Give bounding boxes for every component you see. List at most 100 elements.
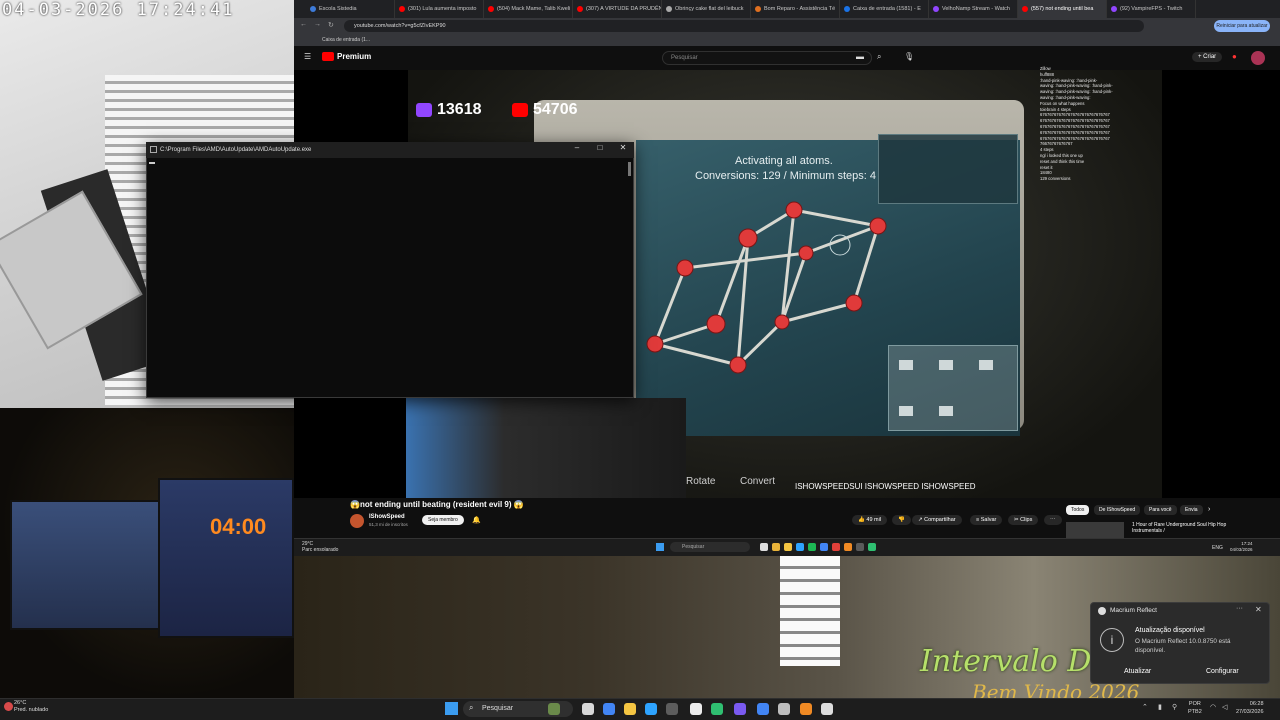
recommended-title[interactable]: 1 Hour of Rare Underground Soul Hip Hop … — [1132, 522, 1227, 534]
share-button[interactable]: ↗ Compartilhar — [912, 515, 962, 525]
chrome-icon[interactable] — [603, 703, 615, 715]
update-button[interactable]: Atualizar — [1124, 668, 1151, 675]
console-title-bar[interactable]: C:\Program Files\AMD\AutoUpdate\AMDAutoU… — [146, 142, 634, 158]
create-label: Criar — [1203, 54, 1217, 60]
logo-label: Premium — [337, 52, 372, 61]
avatar[interactable] — [1251, 51, 1265, 65]
bookmark-item[interactable]: Caixa de entrada (1... — [294, 34, 1280, 46]
close-icon[interactable]: ✕ — [1255, 605, 1262, 614]
channel-avatar[interactable] — [350, 514, 364, 528]
tab-favicon-icon — [399, 6, 405, 12]
filter-chip[interactable]: Envia — [1180, 505, 1203, 515]
wifi-icon[interactable]: ◠ — [1210, 703, 1216, 711]
like-count: 49 mil — [866, 517, 882, 523]
game-button-panel — [888, 345, 1018, 431]
browser-tab[interactable]: (557) not ending until bea — [1018, 0, 1107, 18]
chevron-right-icon[interactable]: › — [1208, 506, 1210, 513]
maximize-button[interactable]: □ — [589, 143, 611, 152]
back-icon[interactable]: ← — [300, 21, 307, 28]
overlay-caption: Intervalo De — [920, 644, 1110, 679]
convert-prompt: Convert — [740, 476, 776, 487]
filter-chip[interactable]: Todos — [1066, 505, 1090, 515]
tray-app-icon[interactable]: ▮ — [1158, 703, 1162, 711]
discord-icon[interactable] — [734, 703, 746, 715]
reload-icon[interactable]: ↻ — [328, 21, 334, 29]
game-conversions-line: Conversions: 129 / Minimum steps: 4 — [695, 170, 876, 182]
browser-tab[interactable]: (301) Lula aumenta imposto — [395, 0, 484, 18]
clock-time: 06:28 — [1249, 701, 1264, 707]
streamer-webcam — [406, 398, 686, 498]
minimize-button[interactable]: – — [566, 143, 588, 152]
close-button[interactable]: ✕ — [612, 143, 634, 152]
configure-button[interactable]: Configurar — [1206, 668, 1239, 675]
desk-monitor-right: 04:00 — [158, 478, 294, 638]
more-options-icon[interactable]: ··· — [1236, 605, 1243, 612]
app-green-icon[interactable] — [711, 703, 723, 715]
browser-tab[interactable]: Bom Reparo - Assistência Té — [751, 0, 840, 18]
crosshair-icon — [829, 234, 851, 256]
keyboard-icon[interactable]: ▬ — [856, 52, 864, 61]
save-button[interactable]: ≡ Salvar — [970, 515, 1003, 525]
chat-message: 129 conversions — [1040, 176, 1071, 182]
notifications-icon[interactable]: ● — [1232, 52, 1237, 61]
video-title: 😱not ending until beating (resident evil… — [350, 500, 524, 509]
console-scrollbar[interactable] — [628, 162, 631, 176]
twitch-count: 13618 — [437, 101, 482, 118]
browser-tab[interactable]: (92) VampireFPS - Twitch — [1107, 0, 1196, 18]
captured-date: 04/03/2026 — [1230, 547, 1253, 552]
usb-icon[interactable]: ⚲ — [1172, 703, 1177, 711]
dislike-button[interactable]: 👎 — [892, 515, 911, 525]
language-indicator[interactable]: POR PTB2 — [1188, 700, 1202, 716]
search-icon[interactable]: ⌕ — [877, 52, 881, 62]
task-view-icon[interactable] — [582, 703, 594, 715]
menu-icon[interactable]: ☰ — [304, 52, 311, 61]
browser-tab[interactable]: (307) A VIRTUDE DA PRUDÊNCIA — [573, 0, 662, 18]
console-title: C:\Program Files\AMD\AutoUpdate\AMDAutoU… — [160, 147, 312, 153]
restart-update-button[interactable]: Reiniciar para atualizar — [1214, 20, 1270, 32]
bell-icon[interactable]: 🔔 — [472, 516, 481, 524]
chevron-up-icon[interactable]: ⌃ — [1142, 703, 1148, 711]
terminal-icon[interactable] — [821, 703, 833, 715]
more-actions-button[interactable]: ⋯ — [1044, 515, 1062, 525]
captured-lang: ENG — [1212, 545, 1223, 551]
channel-name[interactable]: IShowSpeed — [369, 514, 405, 520]
browser-tab[interactable]: (504) Mack Mame, Talib Kweli — [484, 0, 573, 18]
tab-favicon-icon — [1022, 6, 1028, 12]
join-button[interactable]: Seja membro — [422, 515, 464, 525]
like-button[interactable]: 👍 49 mil — [852, 515, 888, 525]
chrome-alt-icon[interactable] — [757, 703, 769, 715]
volume-icon[interactable]: ◁ — [1222, 703, 1227, 711]
store-icon[interactable] — [666, 703, 678, 715]
youtube-viewer-counter: 54706 — [512, 101, 578, 119]
clips-button[interactable]: ✂ Clips — [1008, 515, 1039, 525]
youtube-search-input[interactable]: Pesquisar — [662, 51, 872, 65]
filter-chip[interactable]: Para você — [1144, 505, 1177, 515]
save-label: Salvar — [980, 517, 997, 523]
file-explorer-icon[interactable] — [624, 703, 636, 715]
search-highlight-icon[interactable] — [548, 703, 560, 715]
weather-icon[interactable] — [4, 702, 13, 711]
start-button[interactable] — [445, 702, 458, 715]
vlc-icon[interactable] — [800, 703, 812, 715]
filter-chip[interactable]: De IShowSpeed — [1094, 505, 1141, 515]
browser-tab[interactable]: Obrinçy cake flat del leibuck — [662, 0, 751, 18]
weather-widget[interactable]: 26°C Pred. nublado — [14, 700, 48, 714]
browser-tab[interactable]: Caixa de entrada (1581) - E — [840, 0, 929, 18]
create-button[interactable]: + Criar — [1192, 52, 1223, 62]
taskbar-clock[interactable]: 06:28 27/03/2026 — [1236, 700, 1264, 716]
settings-icon[interactable] — [690, 703, 702, 715]
browser-tab[interactable]: Escola Sistedia — [306, 0, 395, 18]
forward-icon[interactable]: → — [314, 21, 321, 28]
edge-icon[interactable] — [645, 703, 657, 715]
gear-icon[interactable] — [778, 703, 790, 715]
url-input[interactable]: youtube.com/watch?v=g5cfZIvEKP90 — [344, 20, 1144, 32]
youtube-logo[interactable]: Premium — [322, 52, 372, 62]
browser-tab[interactable]: VelhoNamp Stream - Watch — [929, 0, 1018, 18]
console-window[interactable] — [146, 142, 634, 398]
tab-label: Caixa de entrada (1581) - E — [853, 6, 921, 12]
mic-icon[interactable]: 🎙 — [904, 52, 914, 61]
tab-label: Escola Sistedia — [319, 6, 357, 12]
toast-body: O Macrium Reflect 10.0.8750 está disponí… — [1135, 638, 1231, 654]
lang-secondary: PTB2 — [1188, 709, 1202, 715]
game-status-line: Activating all atoms. — [735, 155, 833, 167]
